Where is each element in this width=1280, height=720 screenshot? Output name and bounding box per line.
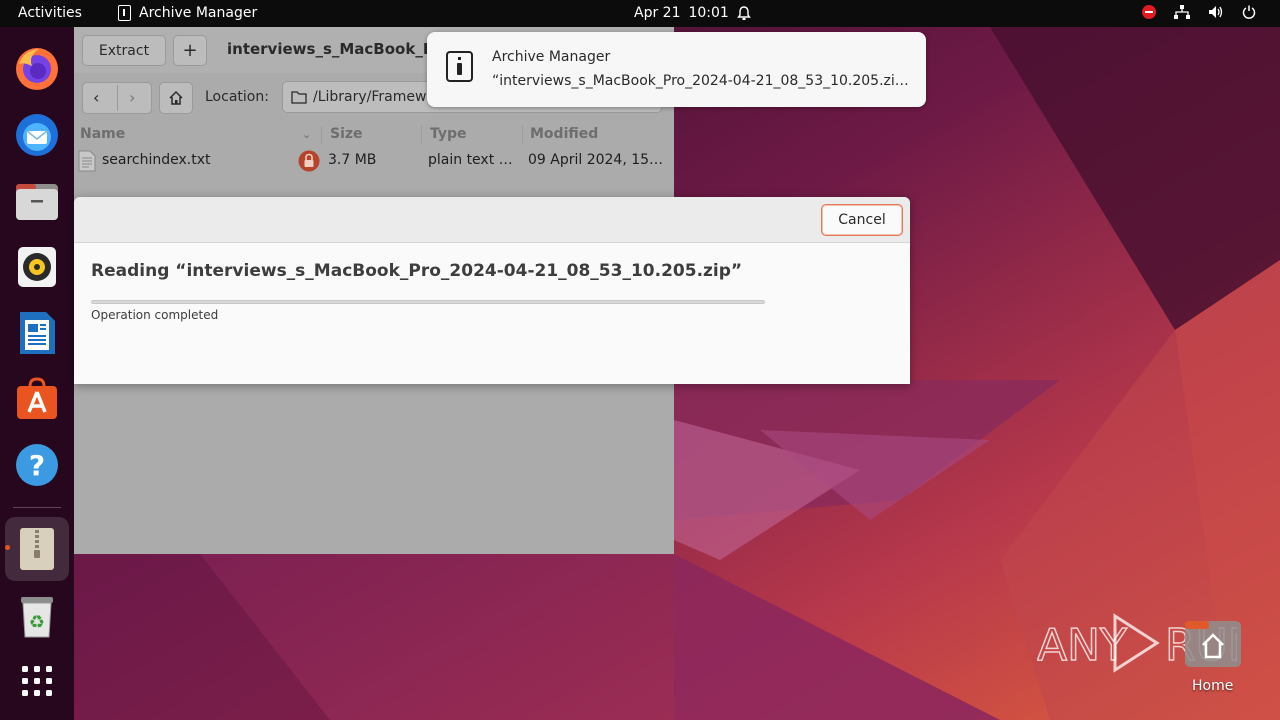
nav-buttons: ‹ › [82, 82, 152, 114]
app-center-icon [17, 377, 57, 419]
clock[interactable]: Apr 21 10:01 [634, 5, 751, 21]
dock-item-show-apps[interactable] [13, 657, 61, 705]
svg-text:♻: ♻ [29, 612, 45, 633]
thunderbird-icon [16, 114, 58, 156]
home-folder-label[interactable]: Home [1192, 678, 1233, 694]
progress-dialog: Cancel Reading “interviews_s_MacBook_Pro… [74, 197, 910, 384]
dock-item-app-center[interactable] [13, 375, 61, 423]
dialog-title: Reading “interviews_s_MacBook_Pro_2024-0… [91, 261, 743, 281]
archive-manager-icon [446, 51, 473, 82]
dock-item-trash[interactable]: ♻ [13, 592, 61, 640]
files-icon [16, 184, 58, 220]
dock: ? ♻ [0, 27, 74, 720]
folder-icon [291, 91, 307, 104]
power-icon[interactable] [1242, 5, 1256, 19]
forward-icon[interactable]: › [129, 88, 135, 107]
sort-chevron-icon: ⌄ [302, 128, 312, 141]
location-path: /Library/Framew [313, 89, 427, 105]
app-menu-label: Archive Manager [139, 5, 258, 21]
window-title: interviews_s_MacBook_P [227, 40, 434, 58]
location-label: Location: [205, 89, 269, 105]
column-size[interactable]: Size [330, 126, 363, 142]
extract-button[interactable]: Extract [82, 35, 166, 66]
trash-icon: ♻ [21, 597, 53, 638]
rhythmbox-icon [18, 247, 56, 287]
column-name[interactable]: Name [80, 126, 125, 142]
dialog-status: Operation completed [91, 308, 219, 322]
file-modified: 09 April 2024, 15… [528, 152, 664, 168]
activities-button[interactable]: Activities [18, 5, 82, 21]
dock-item-thunderbird[interactable] [13, 111, 61, 159]
running-indicator [5, 545, 10, 550]
notification-title: Archive Manager [492, 49, 611, 65]
bell-icon [736, 5, 751, 20]
volume-icon[interactable] [1208, 5, 1224, 19]
column-separator [421, 126, 422, 144]
help-icon: ? [16, 444, 58, 486]
app-menu[interactable]: Archive Manager [118, 5, 257, 21]
dock-item-help[interactable]: ? [13, 441, 61, 489]
nav-separator [117, 85, 118, 111]
lock-icon [298, 150, 320, 172]
table-row[interactable]: searchindex.txt 3.7 MB plain text … 09 A… [74, 147, 674, 175]
home-folder-icon[interactable] [1183, 617, 1243, 669]
dock-item-rhythmbox[interactable] [13, 243, 61, 291]
clock-date: Apr 21 [634, 5, 681, 21]
column-separator [321, 126, 322, 144]
do-not-disturb-icon[interactable] [1142, 5, 1156, 19]
dock-item-archive-manager[interactable] [5, 517, 69, 581]
text-file-icon [78, 150, 96, 172]
writer-icon [20, 312, 55, 354]
grid-icon [22, 666, 52, 696]
column-modified[interactable]: Modified [530, 126, 598, 142]
system-tray[interactable] [1142, 5, 1256, 19]
back-icon[interactable]: ‹ [93, 88, 99, 107]
clock-time: 10:01 [688, 5, 729, 21]
home-button[interactable] [159, 82, 193, 114]
column-separator [522, 126, 523, 144]
home-icon [169, 90, 183, 105]
dock-item-firefox[interactable] [13, 45, 61, 93]
file-list-header: Name ⌄ Size Type Modified [74, 123, 674, 145]
progress-bar [91, 300, 765, 304]
dock-item-files[interactable] [13, 177, 61, 225]
column-type[interactable]: Type [430, 126, 467, 142]
notification-banner[interactable]: Archive Manager “interviews_s_MacBook_Pr… [427, 32, 926, 107]
dock-separator [13, 507, 61, 508]
file-type: plain text … [428, 152, 513, 168]
firefox-icon [16, 48, 58, 90]
cancel-button[interactable]: Cancel [821, 204, 903, 236]
dialog-header: Cancel [74, 197, 910, 243]
archive-icon [20, 528, 54, 570]
add-files-button[interactable]: + [173, 35, 207, 66]
file-size: 3.7 MB [328, 152, 377, 168]
progress-fill [92, 301, 764, 303]
network-icon[interactable] [1174, 5, 1190, 19]
archive-manager-icon [118, 5, 131, 21]
notification-body: “interviews_s_MacBook_Pro_2024-04-21_08_… [492, 73, 916, 89]
file-name: searchindex.txt [102, 152, 211, 168]
top-bar: Activities Archive Manager Apr 21 10:01 [0, 0, 1280, 27]
dock-item-writer[interactable] [13, 309, 61, 357]
svg-text:?: ? [29, 449, 45, 482]
